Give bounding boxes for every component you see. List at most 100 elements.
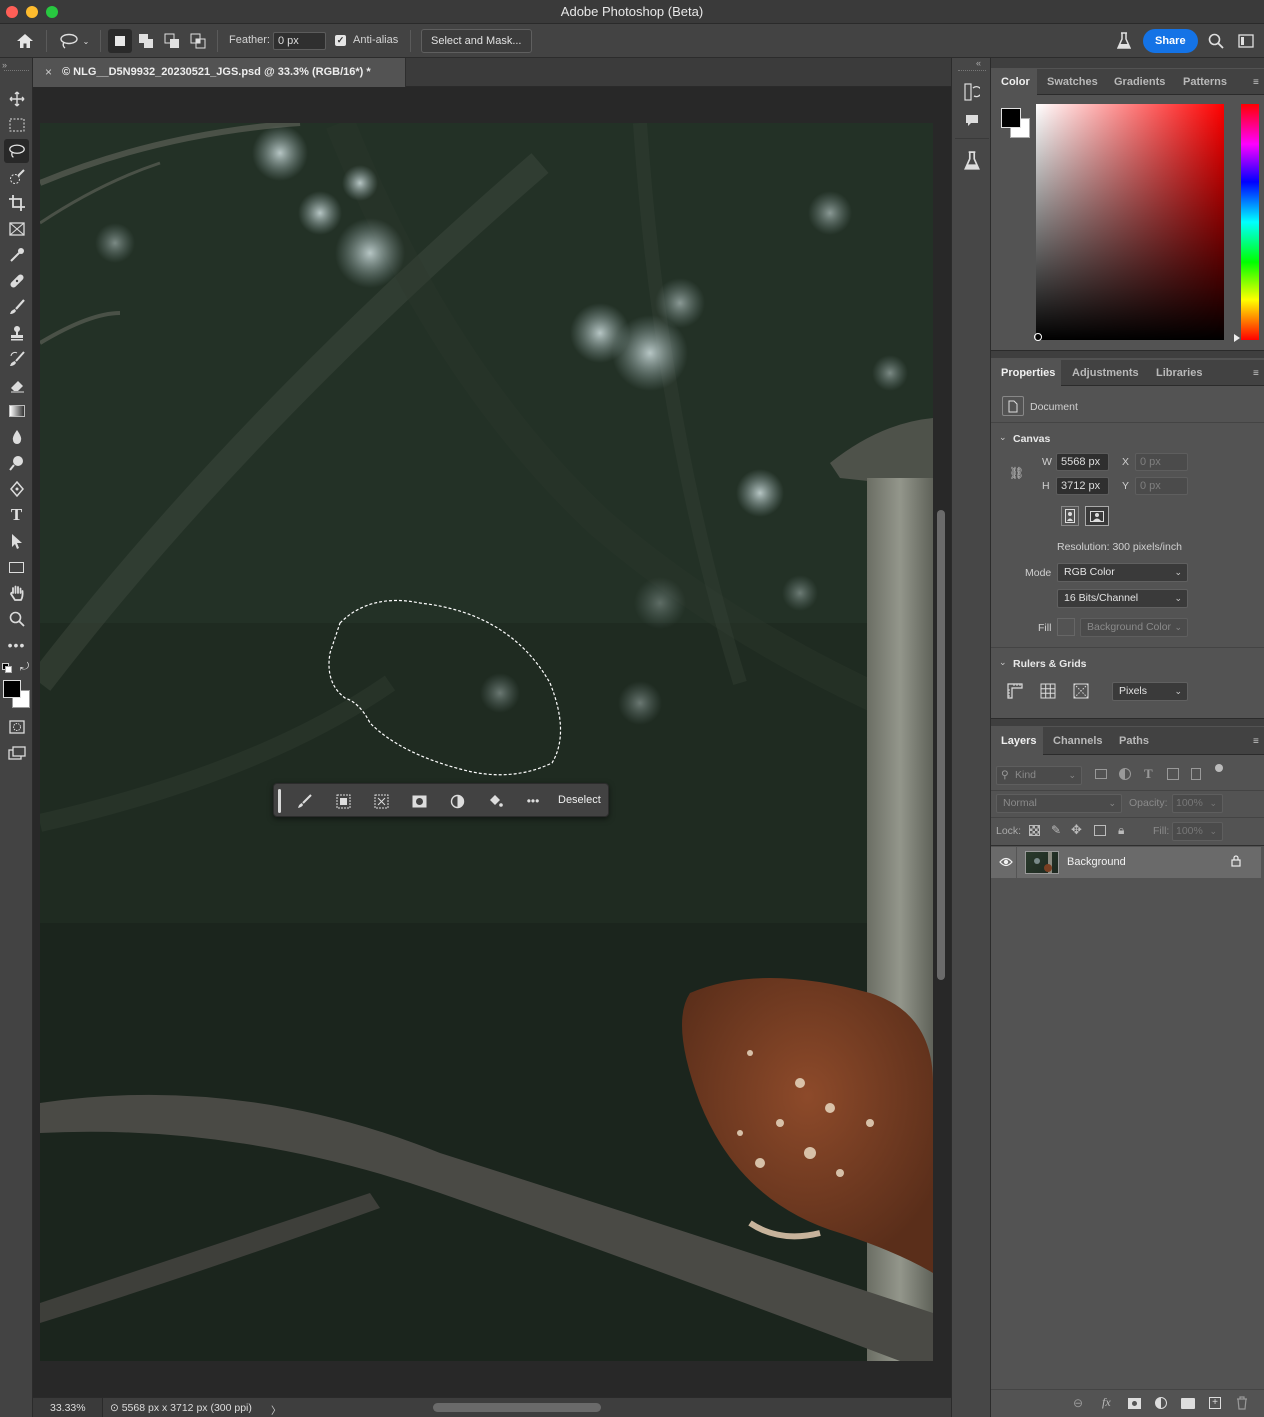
filter-smart-objects-icon[interactable] <box>1191 768 1201 780</box>
color-panel-foreground-swatch[interactable] <box>1001 108 1021 128</box>
labs-panel-button[interactable] <box>959 148 985 174</box>
frame-tool[interactable] <box>4 217 29 241</box>
lock-position-icon[interactable]: ✥ <box>1071 822 1082 838</box>
tab-libraries[interactable]: Libraries <box>1147 360 1211 386</box>
taskbar-drag-handle[interactable] <box>278 789 281 813</box>
tab-swatches[interactable]: Swatches <box>1037 69 1105 95</box>
collapse-toolbar-icon[interactable]: » <box>2 60 7 70</box>
landscape-orientation-button[interactable] <box>1085 506 1109 526</box>
filter-type-layers-icon[interactable]: T <box>1144 766 1153 782</box>
tab-adjustments[interactable]: Adjustments <box>1063 360 1143 386</box>
blur-tool[interactable] <box>4 425 29 449</box>
new-selection-button[interactable] <box>108 29 132 53</box>
link-dimensions-icon[interactable]: ⛓ <box>1009 466 1024 480</box>
invert-selection-button[interactable] <box>330 789 356 813</box>
more-options-button[interactable]: ••• <box>520 789 546 813</box>
adjustment-layer-button[interactable] <box>444 789 470 813</box>
transform-selection-button[interactable] <box>368 789 394 813</box>
filter-adjustment-layers-icon[interactable] <box>1119 768 1131 780</box>
fill-opacity-input[interactable]: 100% ⌄ <box>1172 822 1223 841</box>
zoom-level-field[interactable]: 33.33% <box>33 1398 103 1417</box>
delete-layer-icon[interactable] <box>1236 1396 1248 1413</box>
new-adjustment-layer-icon[interactable] <box>1155 1397 1167 1409</box>
swap-colors-icon[interactable]: ⤾ <box>20 661 29 674</box>
close-tab-button[interactable]: × <box>45 65 52 79</box>
hue-slider[interactable] <box>1241 104 1259 340</box>
filter-toggle-icon[interactable] <box>1215 764 1223 772</box>
labs-button[interactable] <box>1112 29 1136 53</box>
fill-selection-button[interactable] <box>482 789 508 813</box>
color-field[interactable] <box>1036 104 1224 340</box>
layer-visibility-toggle[interactable] <box>999 856 1013 870</box>
document-canvas[interactable] <box>40 123 933 1361</box>
bit-depth-select[interactable]: 16 Bits/Channel ⌄ <box>1057 589 1188 608</box>
fill-swatch[interactable] <box>1057 618 1075 636</box>
collapse-dock-icon[interactable]: « <box>976 58 981 68</box>
fill-select[interactable]: Background Color ⌄ <box>1080 618 1188 637</box>
lock-image-pixels-icon[interactable]: ✎ <box>1051 823 1061 837</box>
home-button[interactable] <box>12 29 38 53</box>
path-selection-tool[interactable] <box>4 529 29 553</box>
quick-mask-button[interactable] <box>4 715 29 739</box>
units-select[interactable]: Pixels ⌄ <box>1112 682 1188 701</box>
deselect-button[interactable]: Deselect <box>558 794 601 806</box>
filter-pixel-layers-icon[interactable] <box>1095 769 1107 779</box>
dock-grip[interactable] <box>958 70 986 71</box>
lock-all-icon[interactable]: 🔒︎ <box>1118 823 1124 838</box>
hand-tool[interactable] <box>4 581 29 605</box>
link-layers-icon[interactable]: ⊖ <box>1073 1396 1083 1410</box>
dodge-tool[interactable] <box>4 451 29 475</box>
lasso-tool[interactable] <box>4 139 29 163</box>
screen-mode-button[interactable] <box>4 741 29 765</box>
opacity-input[interactable]: 100% ⌄ <box>1172 794 1223 813</box>
pen-tool[interactable] <box>4 477 29 501</box>
new-layer-icon[interactable]: + <box>1209 1397 1221 1409</box>
canvas-x-input[interactable]: 0 px <box>1135 453 1188 471</box>
layer-name[interactable]: Background <box>1067 856 1126 868</box>
color-picker-handle[interactable] <box>1034 333 1042 341</box>
panel-menu-icon[interactable]: ≡ <box>1253 368 1259 379</box>
tab-gradients[interactable]: Gradients <box>1105 69 1175 95</box>
modify-selection-button[interactable] <box>292 789 318 813</box>
eraser-tool[interactable] <box>4 373 29 397</box>
rectangle-tool[interactable] <box>4 555 29 579</box>
canvas-width-input[interactable]: 5568 px <box>1056 453 1109 471</box>
share-button[interactable]: Share <box>1143 29 1198 53</box>
canvas-height-input[interactable]: 3712 px <box>1056 477 1109 495</box>
document-tab[interactable]: × © NLG__D5N9932_20230521_JGS.psd @ 33.3… <box>33 58 406 87</box>
panel-menu-icon[interactable]: ≡ <box>1253 736 1259 747</box>
blend-mode-select[interactable]: Normal ⌄ <box>996 794 1122 813</box>
tab-patterns[interactable]: Patterns <box>1175 69 1239 95</box>
healing-brush-tool[interactable] <box>4 269 29 293</box>
history-brush-tool[interactable] <box>4 347 29 371</box>
intersect-selection-button[interactable] <box>186 29 210 53</box>
panel-menu-icon[interactable]: ≡ <box>1253 77 1259 88</box>
canvas-horizontal-scrollbar[interactable] <box>433 1403 601 1412</box>
hue-slider-handle[interactable] <box>1234 334 1240 342</box>
marquee-tool[interactable] <box>4 113 29 137</box>
lasso-tool-preset-picker[interactable]: ⌄ <box>54 29 94 53</box>
tab-color[interactable]: Color <box>991 69 1037 95</box>
rulers-toggle-button[interactable] <box>1004 681 1026 701</box>
workspace-button[interactable] <box>1234 29 1258 53</box>
add-to-selection-button[interactable] <box>134 29 158 53</box>
select-and-mask-button[interactable]: Select and Mask... <box>421 29 532 53</box>
default-colors-button[interactable] <box>2 663 12 673</box>
crop-tool[interactable] <box>4 191 29 215</box>
rulers-grids-section-header[interactable]: Rulers & Grids <box>1013 658 1087 670</box>
create-mask-button[interactable] <box>406 789 432 813</box>
tab-layers[interactable]: Layers <box>991 727 1043 755</box>
color-mode-select[interactable]: RGB Color ⌄ <box>1057 563 1188 582</box>
type-tool[interactable]: T <box>4 503 29 527</box>
foreground-color-swatch[interactable] <box>3 680 21 698</box>
layer-style-icon[interactable]: fx <box>1102 1395 1111 1410</box>
subtract-from-selection-button[interactable] <box>160 29 184 53</box>
status-menu-button[interactable]: 〉 <box>271 1402 281 1417</box>
feather-input[interactable]: 0 px <box>273 32 326 50</box>
object-selection-tool[interactable] <box>4 165 29 189</box>
brush-tool[interactable] <box>4 295 29 319</box>
edit-toolbar-button[interactable]: ••• <box>4 633 29 657</box>
chevron-down-icon[interactable]: ⌄ <box>999 432 1007 443</box>
zoom-tool[interactable] <box>4 607 29 631</box>
chevron-down-icon[interactable]: ⌄ <box>999 657 1007 668</box>
